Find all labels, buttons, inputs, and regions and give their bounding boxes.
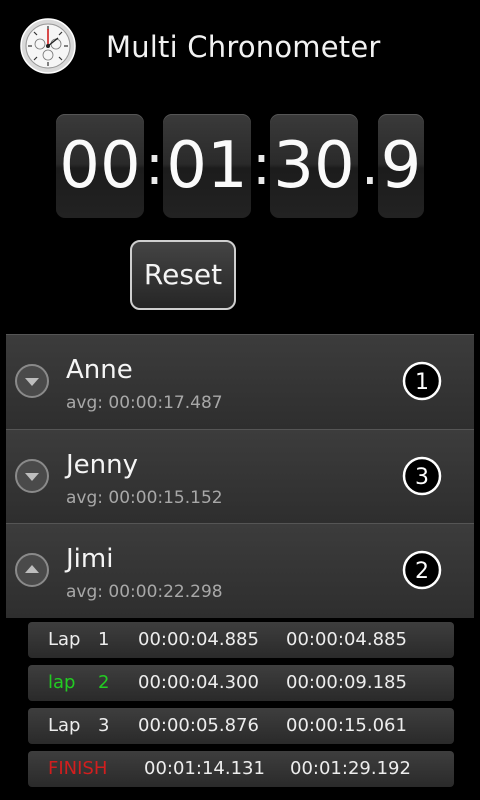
rank-badge: 2 (402, 550, 442, 590)
colon-separator: : (145, 133, 164, 198)
racer-average: avg: 00:00:15.152 (66, 488, 223, 508)
rank-number: 1 (415, 370, 429, 395)
lap-number: 2 (98, 672, 110, 693)
lap-number: 3 (98, 715, 110, 736)
rank-badge: 1 (402, 361, 442, 401)
lap-split-time: 00:00:05.876 (138, 715, 259, 736)
lap-row: Lap 3 00:00:05.876 00:00:15.061 (28, 708, 454, 744)
decimal-separator: . (361, 133, 379, 198)
collapse-icon[interactable] (14, 552, 50, 588)
racer-name: Jenny (66, 450, 139, 480)
lap-number: 1 (98, 629, 110, 650)
racer-average: avg: 00:00:17.487 (66, 393, 223, 413)
lap-split-time: 00:01:14.131 (144, 758, 265, 779)
seconds-digits: 30 (273, 129, 355, 203)
finish-row: FINISH 00:01:14.131 00:01:29.192 (28, 751, 454, 787)
lap-label: lap (48, 672, 76, 693)
expand-icon[interactable] (14, 363, 50, 399)
rank-number: 3 (415, 465, 429, 490)
lap-row: lap 2 00:00:04.300 00:00:09.185 (28, 665, 454, 701)
tenths-digit: 9 (380, 129, 422, 203)
lap-split-time: 00:00:04.885 (138, 629, 259, 650)
rank-badge: 3 (402, 456, 442, 496)
chronometer-display: 00 : 01 : 30 . 9 (0, 110, 480, 222)
lap-split-time: 00:00:04.300 (138, 672, 259, 693)
expand-icon[interactable] (14, 458, 50, 494)
racer-row[interactable]: Jenny avg: 00:00:15.152 3 (6, 429, 474, 524)
stopwatch-icon (20, 18, 76, 74)
app-header: Multi Chronometer (0, 0, 480, 100)
lap-row: Lap 1 00:00:04.885 00:00:04.885 (28, 622, 454, 658)
lap-total-time: 00:00:09.185 (286, 672, 407, 693)
lap-total-time: 00:00:04.885 (286, 629, 407, 650)
racer-name: Jimi (66, 544, 114, 574)
app-title: Multi Chronometer (106, 30, 381, 64)
racer-average: avg: 00:00:22.298 (66, 582, 223, 602)
minutes-digits: 01 (166, 129, 248, 203)
lap-label: Lap (48, 629, 81, 650)
racer-row[interactable]: Jimi avg: 00:00:22.298 2 (6, 523, 474, 618)
rank-number: 2 (415, 559, 429, 584)
lap-total-time: 00:00:15.061 (286, 715, 407, 736)
finish-label: FINISH (48, 758, 108, 779)
hours-digits: 00 (59, 129, 141, 203)
lap-label: Lap (48, 715, 81, 736)
reset-button[interactable]: Reset (130, 240, 236, 310)
racer-name: Anne (66, 355, 133, 385)
lap-total-time: 00:01:29.192 (290, 758, 411, 779)
colon-separator: : (252, 133, 271, 198)
racer-row[interactable]: Anne avg: 00:00:17.487 1 (6, 334, 474, 429)
